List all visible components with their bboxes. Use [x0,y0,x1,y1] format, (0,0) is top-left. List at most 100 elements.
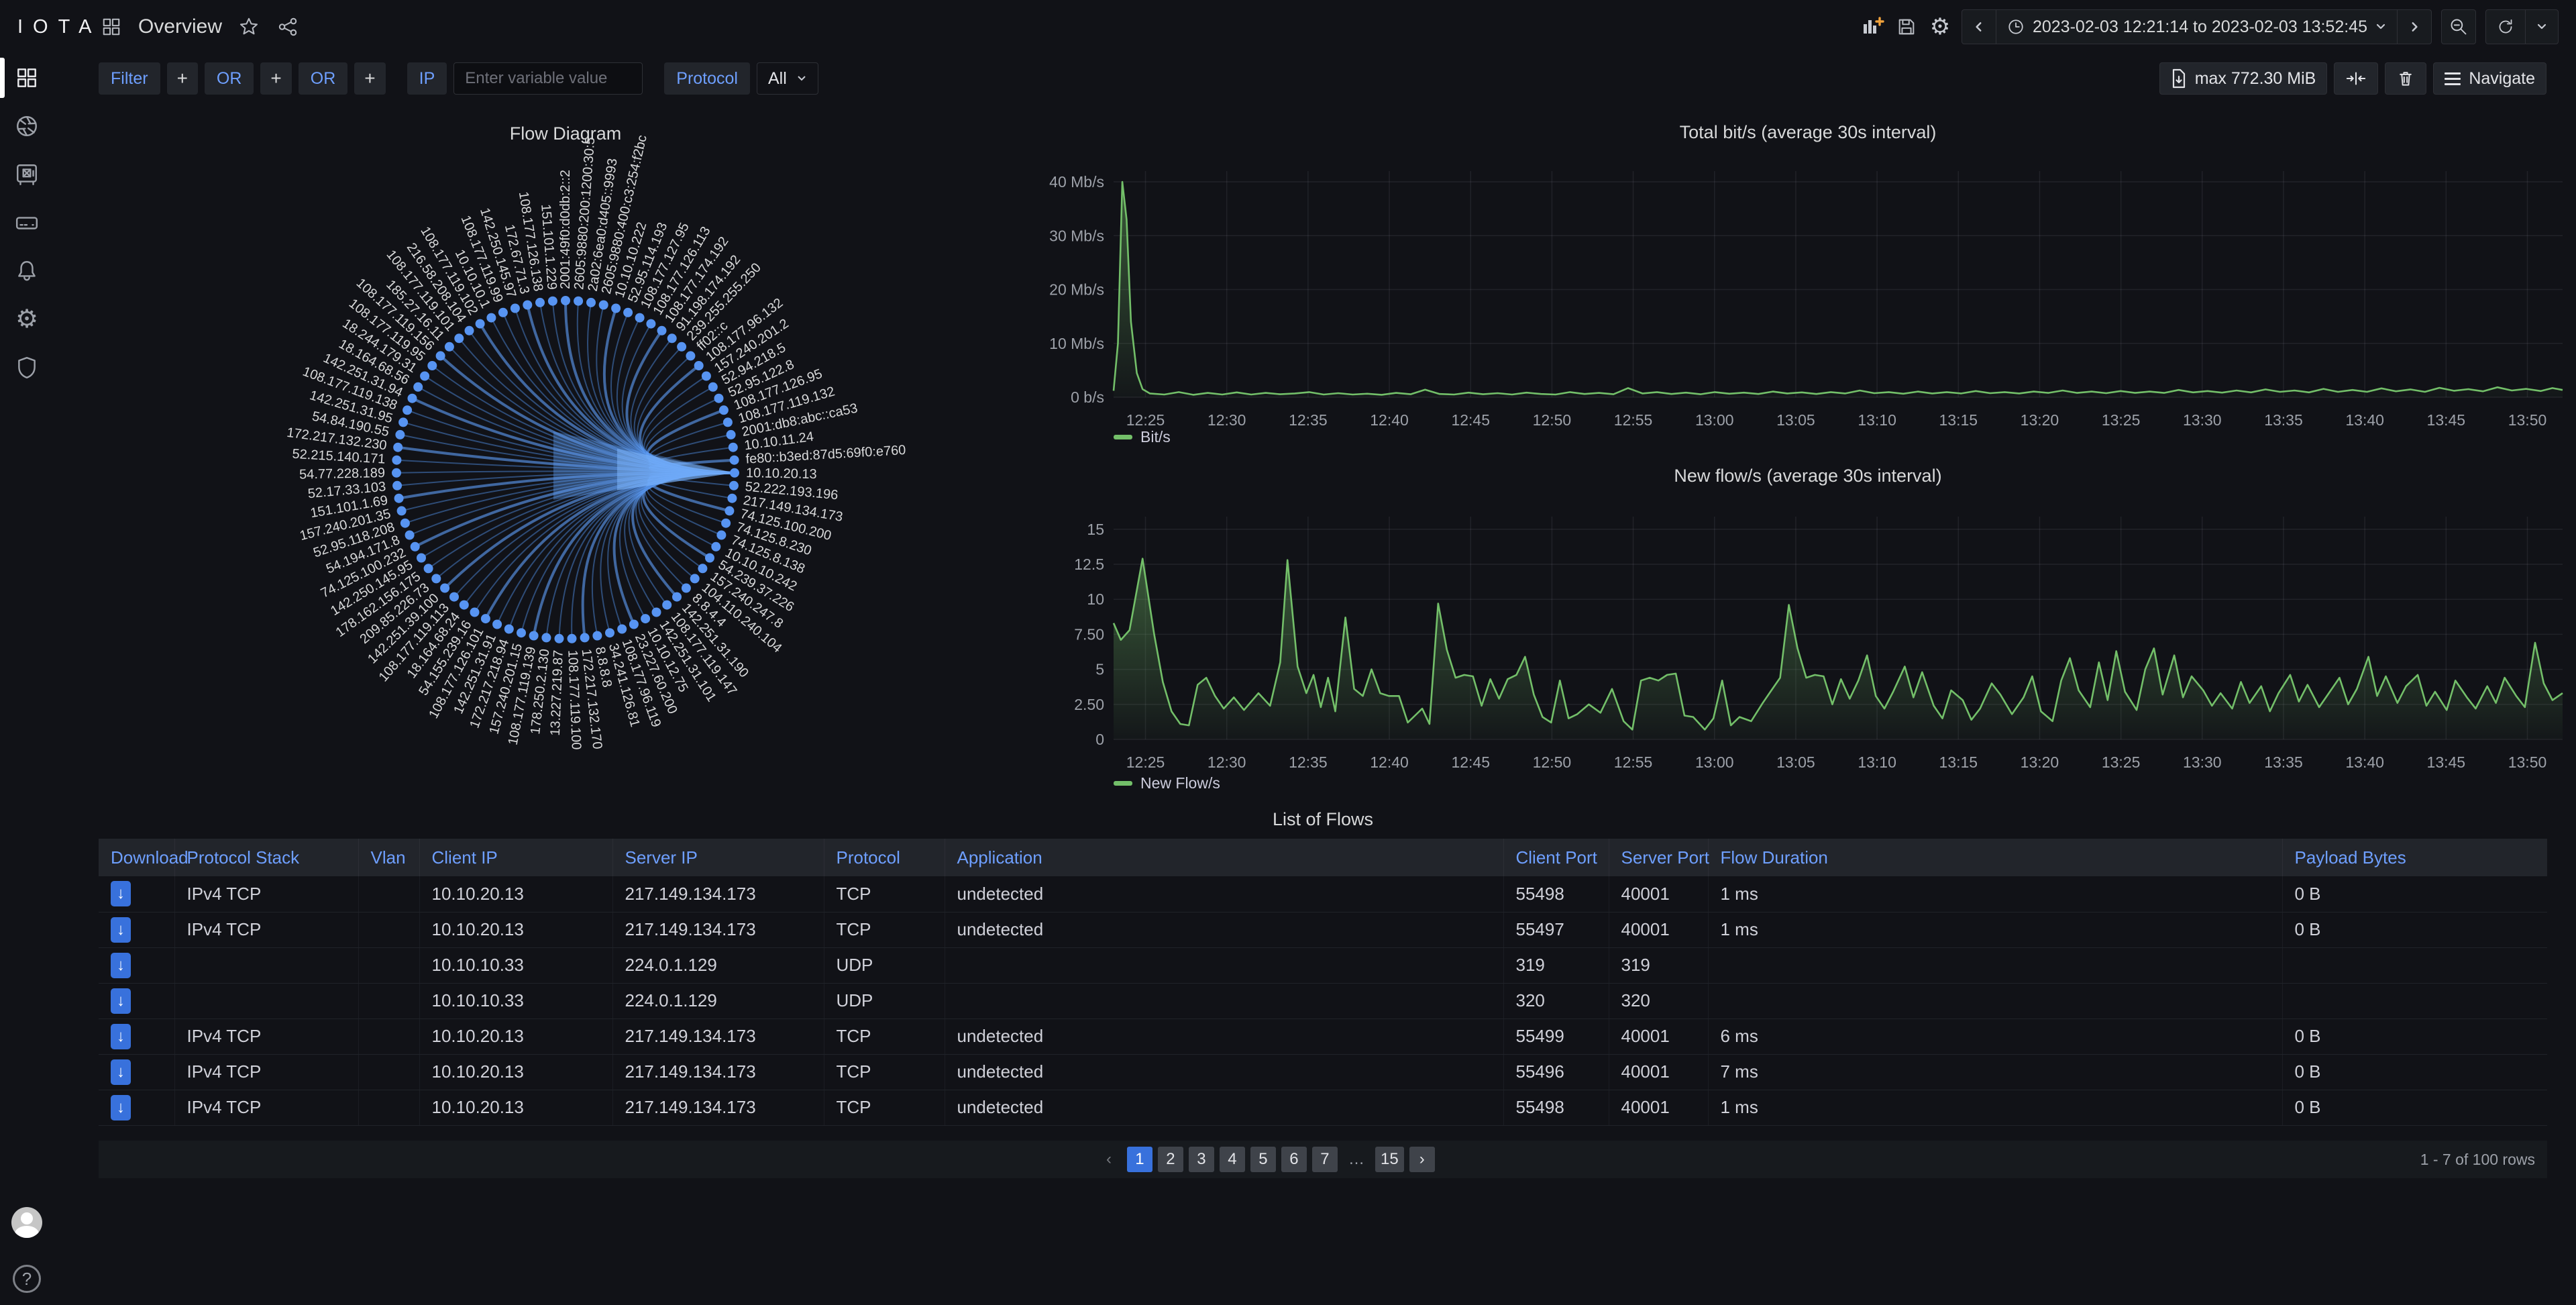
flow-node-dot[interactable] [523,300,533,310]
flow-node-label[interactable]: 108.177.119.100 [565,649,584,749]
flow-node-dot[interactable] [396,506,407,516]
time-back-button[interactable] [1962,10,1996,44]
flow-node-dot[interactable] [417,553,426,563]
flow-node-dot[interactable] [686,351,696,361]
add-or2-button[interactable]: + [354,62,386,95]
column-header-flow-duration[interactable]: Flow Duration [1707,839,2282,876]
protocol-select[interactable]: All [756,62,818,95]
flow-node-dot[interactable] [657,325,667,335]
column-header-server-port[interactable]: Server Port [1608,839,1709,876]
flow-node-dot[interactable] [567,633,577,643]
column-header-protocol-stack[interactable]: Protocol Stack [174,839,358,876]
flow-node-dot[interactable] [729,455,739,465]
flow-node-dot[interactable] [605,628,614,638]
page-button-5[interactable]: 5 [1250,1147,1276,1172]
page-button-7[interactable]: 7 [1311,1147,1338,1172]
flow-node-dot[interactable] [392,480,402,490]
flow-node-dot[interactable] [714,393,724,403]
download-flow-button[interactable]: ↓ [111,988,131,1014]
flow-node-dot[interactable] [393,442,403,452]
flow-node-dot[interactable] [728,442,738,452]
flow-node-dot[interactable] [475,319,485,329]
sidebar-item-alerting[interactable] [0,247,54,295]
flow-node-dot[interactable] [470,607,480,617]
flow-node-dot[interactable] [392,455,402,465]
flow-node-dot[interactable] [398,417,409,427]
filter-variable-label[interactable]: Filter [99,62,160,95]
flow-node-dot[interactable] [517,628,526,638]
flow-node-dot[interactable] [730,468,739,478]
page-button-2[interactable]: 2 [1157,1147,1183,1172]
flow-node-dot[interactable] [547,296,557,306]
max-size-button[interactable]: max 772.30 MiB [2159,62,2328,95]
column-header-payload-bytes[interactable]: Payload Bytes [2282,839,2547,876]
flow-node-dot[interactable] [598,300,608,310]
sidebar-item-vault[interactable] [0,150,54,199]
total-bits-legend[interactable]: Bit/s [1114,428,1171,446]
flow-node-dot[interactable] [580,633,590,643]
download-flow-button[interactable]: ↓ [111,1023,131,1049]
download-flow-button[interactable]: ↓ [111,952,131,978]
download-flow-button[interactable]: ↓ [111,917,131,943]
or-variable-label[interactable]: OR [204,62,254,95]
or2-variable-label[interactable]: OR [298,62,348,95]
flow-node-dot[interactable] [394,493,404,503]
column-header-download[interactable]: Download [99,839,189,876]
column-header-protocol[interactable]: Protocol [823,839,945,876]
flow-node-dot[interactable] [724,506,735,516]
help-icon[interactable]: ? [13,1265,41,1293]
flow-node-dot[interactable] [641,614,651,624]
flow-node-dot[interactable] [701,371,711,381]
flow-node-dot[interactable] [726,429,736,439]
flow-node-dot[interactable] [592,631,602,641]
prev-page-button[interactable]: ‹ [1096,1147,1122,1172]
flow-node-label[interactable]: 54.77.228.189 [299,466,385,482]
flow-node-dot[interactable] [729,480,739,490]
save-dashboard-icon[interactable] [1894,15,1919,39]
flow-node-dot[interactable] [541,633,551,643]
flow-node-dot[interactable] [435,351,445,361]
flow-node-dot[interactable] [420,371,430,381]
column-header-application[interactable]: Application [944,839,1503,876]
flow-node-dot[interactable] [617,624,627,634]
flow-node-dot[interactable] [529,631,539,641]
page-button-3[interactable]: 3 [1188,1147,1214,1172]
flow-node-dot[interactable] [413,382,423,392]
download-flow-button[interactable]: ↓ [111,1094,131,1120]
flow-node-dot[interactable] [635,313,645,323]
flow-node-dot[interactable] [405,530,415,540]
flow-node-dot[interactable] [694,361,704,370]
flow-node-dot[interactable] [690,574,700,584]
delete-button[interactable] [2385,62,2427,95]
flow-node-dot[interactable] [510,303,520,313]
flow-node-dot[interactable] [727,493,737,503]
sidebar-item-storage[interactable] [0,199,54,247]
flow-node-dot[interactable] [646,319,656,329]
sidebar-item-security[interactable] [0,344,54,392]
flow-node-dot[interactable] [554,633,564,643]
flow-node-dot[interactable] [623,307,633,317]
flow-node-label[interactable]: 2001:49f0:d0db:2::2 [558,170,573,289]
page-button-15[interactable]: 15 [1375,1147,1404,1172]
new-flows-chart[interactable]: 0 2.50 5 7.50 10 12.5 15 12:25 12:30 12:35 12:40 12… [1046,451,2569,790]
download-flow-button[interactable]: ↓ [111,881,131,907]
share-icon[interactable] [276,15,300,39]
ip-variable-input[interactable] [453,62,643,95]
flow-node-dot[interactable] [459,600,469,610]
add-filter-button[interactable]: + [166,62,198,95]
flow-node-dot[interactable] [410,541,420,552]
sidebar-item-settings[interactable]: ⚙ [0,295,54,344]
flow-node-dot[interactable] [427,361,437,370]
flow-node-dot[interactable] [444,342,454,352]
flow-node-dot[interactable] [464,325,474,335]
flow-node-dot[interactable] [498,307,508,317]
flow-node-dot[interactable] [677,342,687,352]
time-range-picker[interactable]: 2023-02-03 12:21:14 to 2023-02-03 13:52:… [1995,10,2397,44]
flow-node-dot[interactable] [423,564,433,574]
flow-node-dot[interactable] [395,429,405,439]
flow-node-dot[interactable] [681,583,691,593]
page-button-1[interactable]: 1 [1126,1147,1152,1172]
user-avatar[interactable] [11,1207,42,1238]
flow-node-dot[interactable] [698,564,708,574]
column-header-client-port[interactable]: Client Port [1503,839,1609,876]
